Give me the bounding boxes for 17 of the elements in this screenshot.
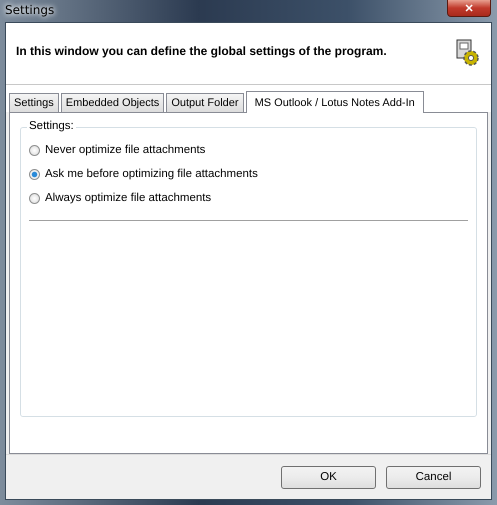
tab[interactable]: Settings [9,93,59,112]
cancel-button[interactable]: Cancel [386,466,481,488]
tab[interactable]: MS Outlook / Lotus Notes Add-In [246,91,424,113]
gear-icon [455,38,481,66]
radio-button[interactable] [29,168,40,180]
group-title: Settings: [27,120,76,132]
option-label: Always optimize file attachments [45,192,212,204]
radio-button[interactable] [29,192,40,204]
tab[interactable]: Embedded Objects [60,93,164,112]
header-text: In this window you can define the global settings of the program. [16,44,387,58]
option-label: Never optimize file attachments [45,144,206,156]
close-button[interactable]: ✕ [447,0,491,17]
option-label: Ask me before optimizing file attachments [45,168,258,180]
window-title: Settings [5,3,54,17]
ok-button[interactable]: OK [281,466,376,488]
tab[interactable]: Output Folder [166,93,244,112]
radio-button[interactable] [29,144,40,156]
